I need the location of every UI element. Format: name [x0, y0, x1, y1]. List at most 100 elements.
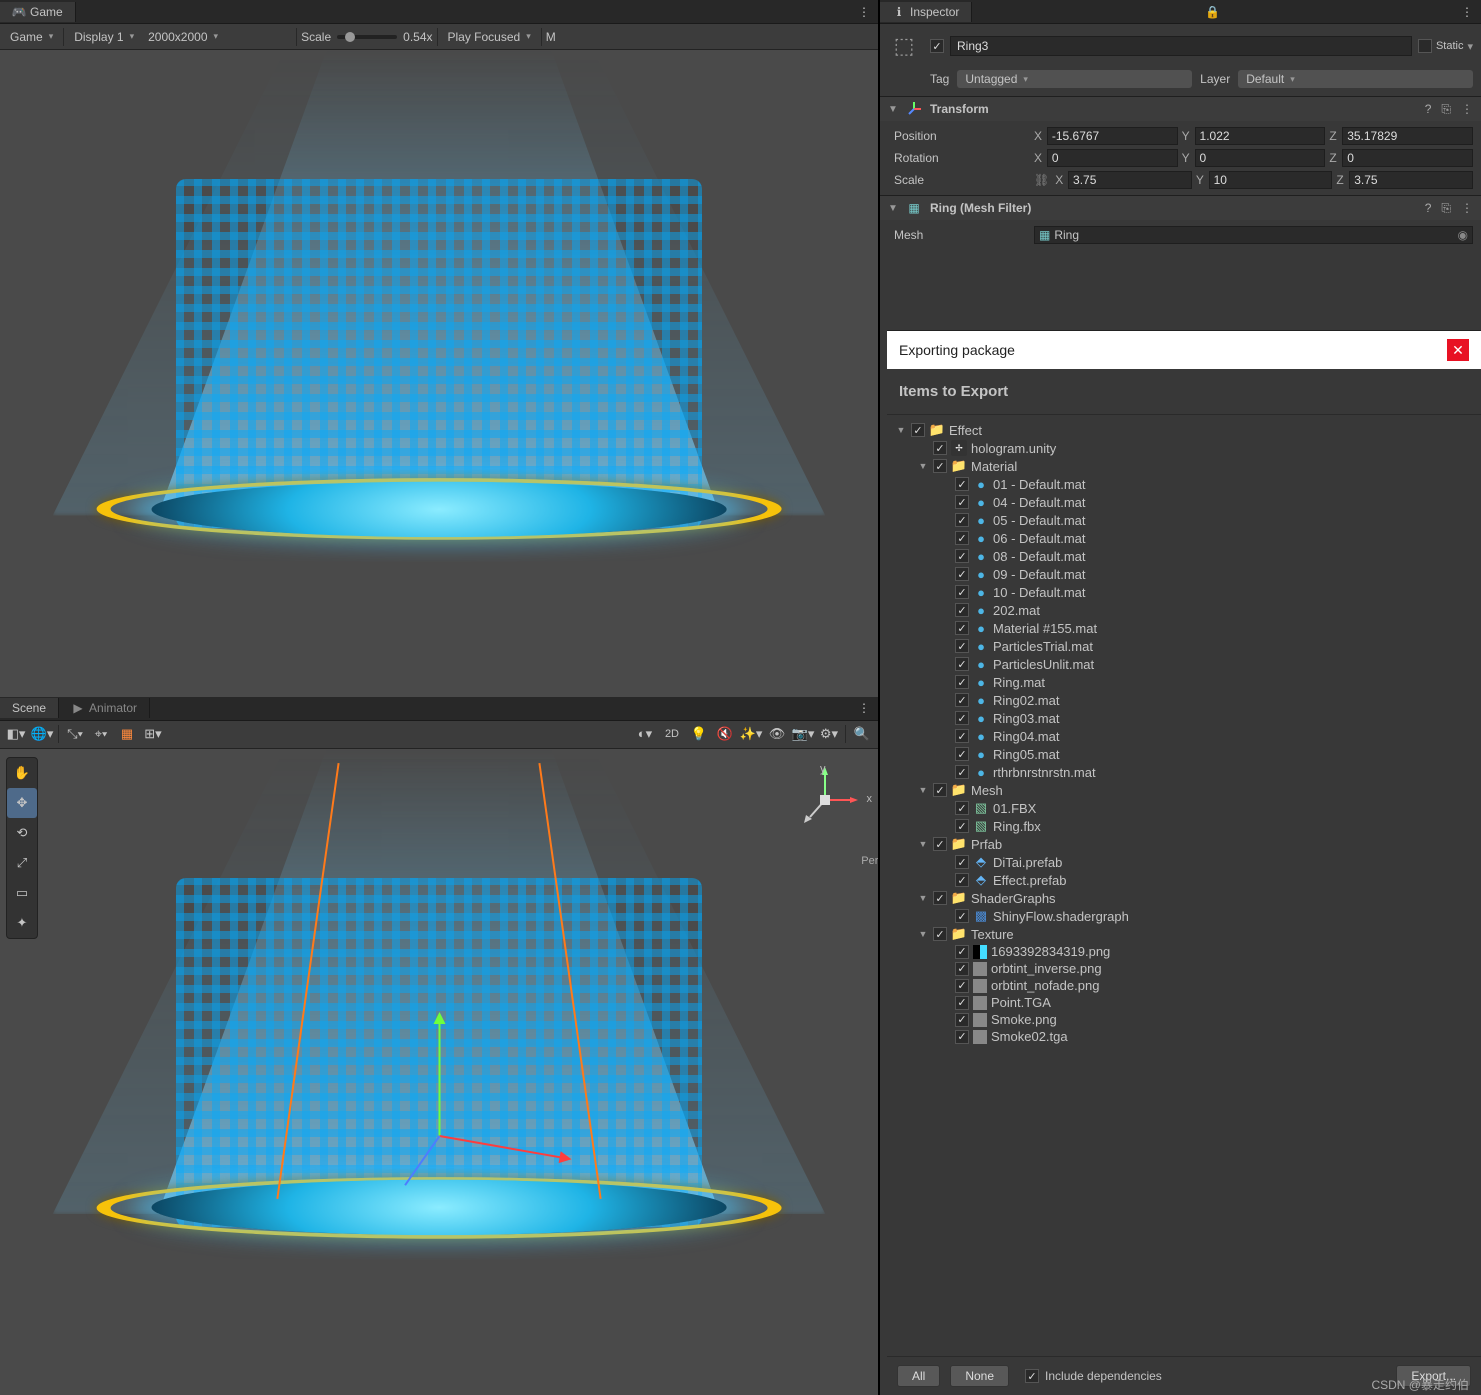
tree-row[interactable]: ▼📁Texture	[891, 925, 1477, 943]
tab-scene[interactable]: Scene	[0, 698, 59, 718]
light-icon[interactable]: 💡	[687, 723, 711, 745]
preset-icon[interactable]: ⎘	[1441, 102, 1451, 117]
game-mode-dropdown[interactable]: Game	[4, 28, 59, 46]
position-y-input[interactable]	[1195, 127, 1326, 145]
item-checkbox[interactable]	[955, 513, 969, 527]
link-icon[interactable]: ⛓	[1034, 173, 1049, 187]
hand-tool-icon[interactable]: ✋	[7, 758, 37, 788]
export-file-tree[interactable]: ▼📁Effect✢hologram.unity▼📁Material●01 - D…	[887, 415, 1481, 1356]
tree-row[interactable]: ●05 - Default.mat	[891, 511, 1477, 529]
item-checkbox[interactable]	[955, 729, 969, 743]
camera-icon[interactable]: 📷▾	[791, 723, 815, 745]
resolution-dropdown[interactable]: 2000x2000	[142, 28, 292, 46]
all-button[interactable]: All	[897, 1365, 940, 1387]
tab-menu-icon[interactable]: ⋮	[1453, 5, 1481, 19]
tree-row[interactable]: ●06 - Default.mat	[891, 529, 1477, 547]
globe-icon[interactable]: 🌐▾	[30, 723, 54, 745]
scale-tool-icon[interactable]: ⤢	[7, 848, 37, 878]
foldout-icon[interactable]: ▼	[917, 893, 929, 903]
preset-icon[interactable]: ⎘	[1441, 201, 1451, 216]
item-checkbox[interactable]	[955, 747, 969, 761]
item-checkbox[interactable]	[955, 549, 969, 563]
tree-row[interactable]: ⬘DiTai.prefab	[891, 853, 1477, 871]
foldout-icon[interactable]: ▼	[917, 785, 929, 795]
focus-dropdown[interactable]: Play Focused	[442, 28, 537, 46]
tree-row[interactable]: ▼📁ShaderGraphs	[891, 889, 1477, 907]
rotation-x-input[interactable]	[1047, 149, 1178, 167]
scale-y-input[interactable]	[1209, 171, 1333, 189]
scale-slider[interactable]	[337, 35, 397, 39]
tree-row[interactable]: ●04 - Default.mat	[891, 493, 1477, 511]
chevron-down-icon[interactable]: ▾	[1467, 40, 1473, 53]
item-checkbox[interactable]	[955, 477, 969, 491]
tab-inspector[interactable]: ℹ Inspector	[880, 2, 972, 22]
item-checkbox[interactable]	[955, 765, 969, 779]
item-checkbox[interactable]	[955, 531, 969, 545]
scale-x-input[interactable]	[1068, 171, 1192, 189]
tree-row[interactable]: ●Ring04.mat	[891, 727, 1477, 745]
tree-row[interactable]: ●ParticlesUnlit.mat	[891, 655, 1477, 673]
item-checkbox[interactable]	[955, 909, 969, 923]
tree-row[interactable]: ●09 - Default.mat	[891, 565, 1477, 583]
transform-header[interactable]: ▼ Transform ? ⎘ ⋮	[880, 97, 1481, 121]
object-name-input[interactable]	[950, 36, 1412, 56]
position-z-input[interactable]	[1342, 127, 1473, 145]
hidden-icon[interactable]: 👁	[765, 723, 789, 745]
foldout-icon[interactable]: ▼	[917, 839, 929, 849]
menu-icon[interactable]: ⋮	[1461, 102, 1473, 117]
snap-icon[interactable]: ⊞▾	[141, 723, 165, 745]
mesh-object-field[interactable]: ▦ Ring ◉	[1034, 226, 1473, 244]
item-checkbox[interactable]	[955, 801, 969, 815]
foldout-icon[interactable]: ▼	[895, 425, 907, 435]
tree-row[interactable]: ⬘Effect.prefab	[891, 871, 1477, 889]
item-checkbox[interactable]	[955, 819, 969, 833]
item-checkbox[interactable]	[933, 837, 947, 851]
tree-row[interactable]: ●202.mat	[891, 601, 1477, 619]
tree-row[interactable]: ▩ShinyFlow.shadergraph	[891, 907, 1477, 925]
search-icon[interactable]: 🔍	[850, 723, 874, 745]
item-checkbox[interactable]	[933, 891, 947, 905]
scale-z-input[interactable]	[1349, 171, 1473, 189]
orientation-gizmo[interactable]: y x Persp	[790, 765, 860, 835]
rotation-z-input[interactable]	[1342, 149, 1473, 167]
item-checkbox[interactable]	[955, 711, 969, 725]
rect-tool-icon[interactable]: ▭	[7, 878, 37, 908]
object-picker-icon[interactable]: ◉	[1458, 228, 1468, 242]
tree-row[interactable]: ▧Ring.fbx	[891, 817, 1477, 835]
tree-row[interactable]: Smoke.png	[891, 1011, 1477, 1028]
move-tool-icon[interactable]: ✥	[7, 788, 37, 818]
none-button[interactable]: None	[950, 1365, 1009, 1387]
item-checkbox[interactable]	[955, 1013, 969, 1027]
toggle-2d[interactable]: 2D	[659, 723, 685, 745]
item-checkbox[interactable]	[933, 927, 947, 941]
tree-row[interactable]: ✢hologram.unity	[891, 439, 1477, 457]
tree-row[interactable]: orbtint_nofade.png	[891, 977, 1477, 994]
item-checkbox[interactable]	[955, 693, 969, 707]
tree-row[interactable]: ●10 - Default.mat	[891, 583, 1477, 601]
help-icon[interactable]: ?	[1425, 102, 1432, 117]
item-checkbox[interactable]	[911, 423, 925, 437]
tree-row[interactable]: ▼📁Material	[891, 457, 1477, 475]
tree-row[interactable]: ▼📁Mesh	[891, 781, 1477, 799]
tree-row[interactable]: ●ParticlesTrial.mat	[891, 637, 1477, 655]
foldout-icon[interactable]: ▼	[917, 461, 929, 471]
tree-row[interactable]: ●08 - Default.mat	[891, 547, 1477, 565]
item-checkbox[interactable]	[955, 855, 969, 869]
grid-snap-icon[interactable]: ▦	[115, 723, 139, 745]
rotate-tool-icon[interactable]: ⟲	[7, 818, 37, 848]
item-checkbox[interactable]	[955, 657, 969, 671]
item-checkbox[interactable]	[933, 783, 947, 797]
item-checkbox[interactable]	[955, 603, 969, 617]
scene-viewport[interactable]: ✋ ✥ ⟲ ⤢ ▭ ✦	[0, 749, 878, 1395]
close-icon[interactable]: ✕	[1447, 339, 1469, 361]
position-x-input[interactable]	[1047, 127, 1178, 145]
item-checkbox[interactable]	[955, 962, 969, 976]
audio-icon[interactable]: 🔇	[713, 723, 737, 745]
display-dropdown[interactable]: Display 1	[68, 28, 140, 46]
tree-row[interactable]: ●01 - Default.mat	[891, 475, 1477, 493]
tab-menu-icon[interactable]: ⋮	[850, 701, 878, 715]
static-checkbox[interactable]	[1418, 39, 1432, 53]
tree-row[interactable]: ●Ring03.mat	[891, 709, 1477, 727]
lock-icon[interactable]: 🔒	[1197, 5, 1228, 19]
include-deps-checkbox[interactable]	[1025, 1369, 1039, 1383]
